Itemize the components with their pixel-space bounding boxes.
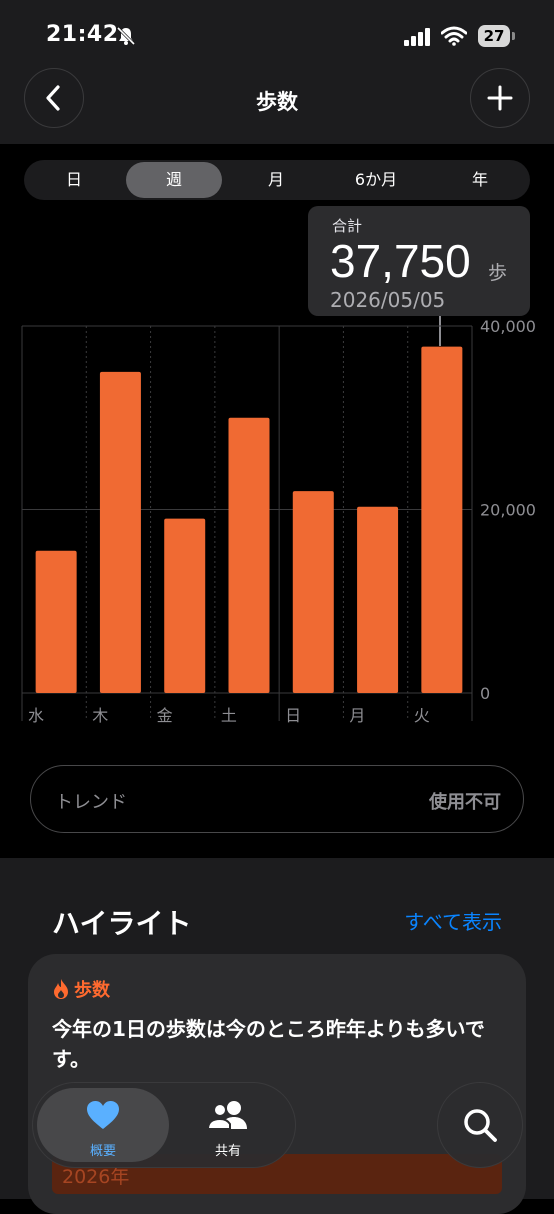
trend-value: 使用不可	[429, 792, 501, 813]
plus-icon	[487, 85, 513, 111]
y-tick-label: 40,000	[480, 317, 536, 336]
search-button[interactable]	[437, 1082, 523, 1168]
tooltip-unit: 歩	[488, 262, 508, 284]
battery-icon: 27	[478, 25, 516, 47]
add-data-button[interactable]	[470, 68, 530, 128]
period-selector: 日 週 月 6か月 年	[24, 160, 530, 200]
chart-bar[interactable]	[421, 346, 463, 693]
x-tick-label: 木	[92, 706, 108, 725]
tooltip-date: 2026/05/05	[330, 288, 446, 312]
highlight-category-label: 歩数	[74, 980, 110, 1001]
tooltip-label: 合計	[332, 217, 363, 235]
show-all-link[interactable]: すべて表示	[404, 906, 502, 935]
highlight-category: 歩数	[52, 976, 110, 1002]
x-tick-label: 水	[28, 706, 44, 725]
chart-bar[interactable]	[164, 518, 206, 693]
tooltip-value: 37,750	[330, 235, 471, 287]
chart-bar[interactable]	[357, 506, 399, 693]
steps-bar-chart[interactable]: 40,000 20,000 0 水 木 金 土 日 月 火	[0, 310, 554, 730]
search-icon	[464, 1109, 497, 1142]
chart-bar[interactable]	[35, 550, 77, 693]
people-icon	[206, 1101, 247, 1130]
chart-bar[interactable]	[292, 491, 334, 693]
x-tick-label: 金	[157, 706, 173, 725]
tab-sharing[interactable]: 共有	[163, 1088, 293, 1162]
highlights-title: ハイライト	[52, 907, 192, 940]
tab-year[interactable]: 年	[430, 160, 530, 200]
flame-icon	[54, 979, 68, 999]
x-tick-label: 土	[221, 706, 237, 725]
tab-day[interactable]: 日	[24, 160, 124, 200]
heart-icon	[87, 1101, 119, 1129]
trend-row[interactable]: トレンド 使用不可	[30, 765, 524, 833]
x-tick-label: 火	[414, 706, 430, 725]
tab-bar: 概要 共有	[32, 1082, 296, 1168]
x-tick-label: 月	[349, 706, 365, 725]
x-tick-label: 日	[285, 706, 301, 725]
cellular-signal-icon	[404, 28, 430, 46]
battery-level: 27	[478, 25, 510, 47]
highlight-text: 今年の1日の歩数は今のところ昨年よりも多いです。	[52, 1017, 485, 1071]
y-tick-label: 20,000	[480, 501, 536, 520]
tab-month[interactable]: 月	[226, 160, 326, 200]
selection-tooltip: 合計 37,750 歩 2026/05/05	[308, 206, 530, 316]
tab-summary-label: 概要	[89, 1144, 116, 1159]
trend-label: トレンド	[55, 792, 127, 813]
tab-week[interactable]: 週	[126, 160, 222, 200]
tab-sharing-label: 共有	[214, 1144, 241, 1159]
tab-summary[interactable]: 概要	[37, 1088, 169, 1162]
status-time: 21:42	[46, 22, 119, 47]
wifi-icon	[441, 26, 467, 46]
tab-6-months[interactable]: 6か月	[326, 160, 426, 200]
chart-bar[interactable]	[228, 417, 270, 693]
chart-bar[interactable]	[99, 371, 141, 693]
bell-slash-icon	[116, 26, 136, 46]
y-tick-label: 0	[480, 684, 490, 703]
